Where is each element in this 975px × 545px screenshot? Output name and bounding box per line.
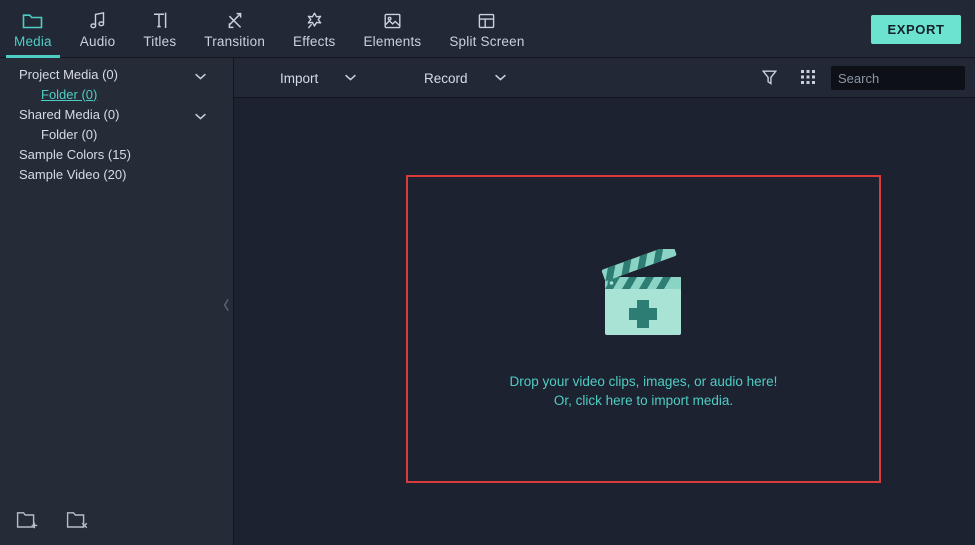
top-tab-bar: Media Audio Titles Transition Effects El… <box>0 0 975 58</box>
tree-item-project-media[interactable]: Project Media (0) <box>0 64 233 84</box>
tree-item-label: Folder (0) <box>41 86 98 102</box>
tab-titles[interactable]: Titles <box>129 0 190 58</box>
clapperboard-plus-icon <box>596 244 692 346</box>
record-label: Record <box>424 70 468 86</box>
search-box[interactable] <box>831 66 975 90</box>
app-window: Media Audio Titles Transition Effects El… <box>0 0 975 545</box>
tab-label: Elements <box>363 33 422 49</box>
chevron-down-icon[interactable] <box>494 69 507 87</box>
tree-item-label: Sample Video (20) <box>19 166 127 182</box>
media-drop-zone[interactable]: Drop your video clips, images, or audio … <box>406 175 881 483</box>
media-tree: Project Media (0) Folder (0) Shared Medi… <box>0 58 233 184</box>
music-note-icon <box>89 10 107 32</box>
export-button[interactable]: EXPORT <box>871 15 961 44</box>
tab-effects[interactable]: Effects <box>279 0 349 58</box>
tab-elements[interactable]: Elements <box>349 0 435 58</box>
media-library-sidebar: Project Media (0) Folder (0) Shared Medi… <box>0 58 234 545</box>
tab-label: Titles <box>143 33 177 49</box>
import-button[interactable]: Import <box>280 58 357 98</box>
media-main-panel: Import Record Search Drop your video cli… <box>234 58 975 545</box>
tab-label: Transition <box>204 33 266 49</box>
tree-item-sample-video[interactable]: Sample Video (20) <box>0 164 233 184</box>
tree-item-project-folder[interactable]: Folder (0) <box>0 84 233 104</box>
tab-label: Media <box>14 33 52 49</box>
tab-media[interactable]: Media <box>0 0 66 58</box>
sparkle-icon <box>305 10 324 32</box>
tree-item-shared-media[interactable]: Shared Media (0) <box>0 104 233 124</box>
image-icon <box>383 10 402 32</box>
record-button[interactable]: Record <box>424 58 507 98</box>
tree-item-label: Folder (0) <box>41 126 98 142</box>
text-cursor-icon <box>151 10 169 32</box>
chevron-down-icon[interactable] <box>344 69 357 87</box>
import-label: Import <box>280 70 319 86</box>
tab-transition[interactable]: Transition <box>190 0 279 58</box>
drop-zone-line-2: Or, click here to import media. <box>553 392 734 408</box>
tree-item-label: Project Media (0) <box>19 66 118 82</box>
tree-item-sample-colors[interactable]: Sample Colors (15) <box>0 144 233 164</box>
drop-zone-line-1: Drop your video clips, images, or audio … <box>509 373 778 389</box>
panel-collapse-handle[interactable] <box>221 288 232 322</box>
tab-label: Effects <box>293 33 336 49</box>
grid-view-icon[interactable] <box>800 69 816 90</box>
tab-list: Media Audio Titles Transition Effects El… <box>0 0 539 58</box>
delete-folder-icon[interactable] <box>66 510 90 535</box>
sidebar-footer <box>0 499 234 545</box>
tree-item-shared-folder[interactable]: Folder (0) <box>0 124 233 144</box>
tab-label: Audio <box>79 33 116 49</box>
tab-split-screen[interactable]: Split Screen <box>435 0 538 58</box>
tree-item-label: Sample Colors (15) <box>19 146 131 162</box>
tab-audio[interactable]: Audio <box>66 0 130 58</box>
split-screen-icon <box>477 10 496 32</box>
new-folder-icon[interactable] <box>16 510 40 535</box>
transition-icon <box>225 10 245 32</box>
tree-item-label: Shared Media (0) <box>19 106 120 122</box>
folder-icon <box>22 10 43 32</box>
filter-funnel-icon[interactable] <box>761 69 778 91</box>
search-input[interactable] <box>838 70 975 86</box>
tab-label: Split Screen <box>449 33 525 49</box>
drop-zone-text: Drop your video clips, images, or audio … <box>510 372 778 410</box>
media-toolbar: Import Record <box>234 58 975 98</box>
